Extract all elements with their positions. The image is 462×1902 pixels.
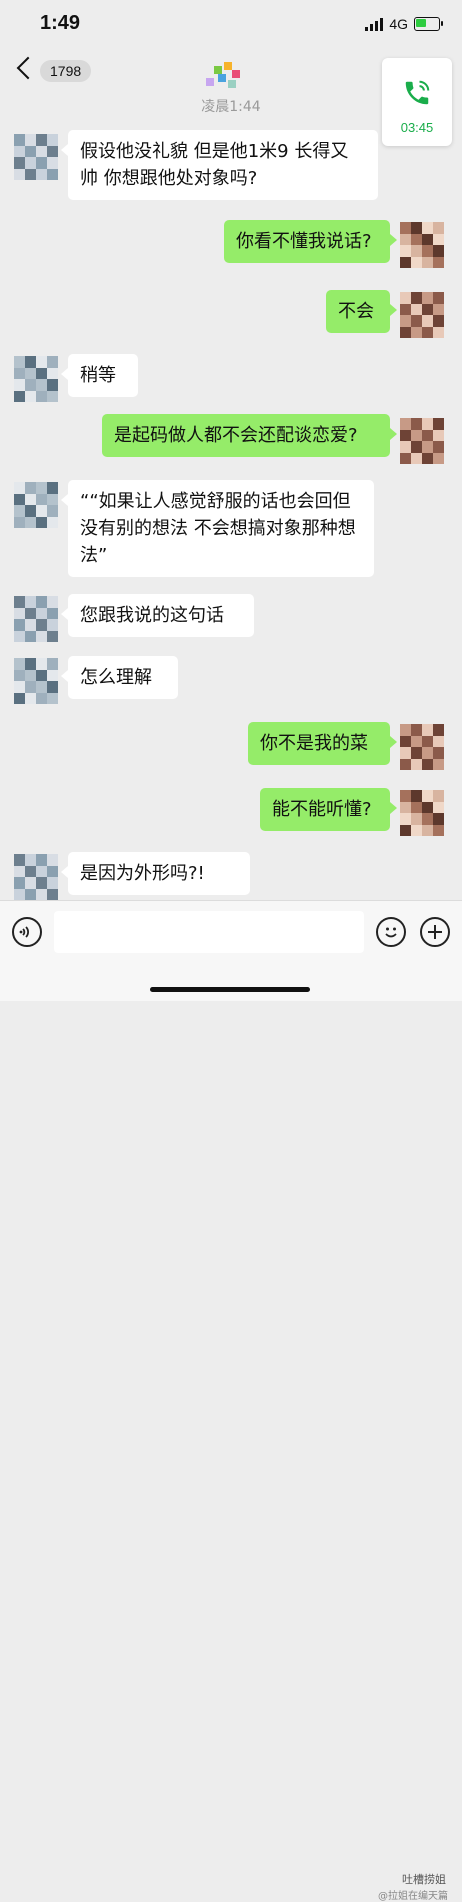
status-bar: 1:49 4G — [0, 0, 462, 48]
network-label: 4G — [389, 16, 408, 32]
message-input[interactable] — [54, 911, 364, 953]
contact-avatar[interactable] — [14, 356, 58, 402]
incoming-message[interactable]: 假设他没礼貌 但是他1米9 长得又帅 你想跟他处对象吗? — [61, 130, 378, 200]
back-chevron-icon[interactable] — [16, 56, 40, 80]
incoming-message[interactable]: 是因为外形吗?! — [61, 852, 250, 895]
plus-icon[interactable] — [420, 917, 450, 947]
contact-avatar[interactable] — [14, 596, 58, 642]
unread-count-badge[interactable]: 1798 — [40, 60, 92, 82]
my-avatar[interactable] — [400, 222, 444, 268]
home-indicator — [150, 987, 310, 992]
incoming-message[interactable]: ““如果让人感觉舒服的话也会回但没有别的想法 不会想搞对象那种想法” — [61, 480, 374, 577]
incoming-message[interactable]: 稍等 — [61, 354, 138, 397]
status-time: 1:49 — [40, 12, 81, 34]
outgoing-message[interactable]: 是起码做人都不会还配谈恋爱? — [102, 414, 397, 457]
emoji-icon[interactable] — [376, 917, 406, 947]
signal-icon — [365, 17, 384, 31]
incoming-message[interactable]: 您跟我说的这句话 — [61, 594, 254, 637]
input-bar: 吐槽捞姐 @拉姐在编天篇 — [0, 900, 462, 1902]
my-avatar[interactable] — [400, 292, 444, 338]
voice-icon[interactable] — [12, 917, 42, 947]
contact-avatar[interactable] — [14, 134, 58, 180]
outgoing-message[interactable]: 不会 — [326, 290, 397, 333]
contact-name-mosaic — [206, 62, 246, 90]
call-duration: 03:45 — [400, 120, 434, 135]
contact-avatar[interactable] — [14, 482, 58, 528]
outgoing-message[interactable]: 能不能听懂? — [260, 788, 397, 831]
contact-avatar[interactable] — [14, 854, 58, 900]
battery-icon — [414, 17, 443, 31]
my-avatar[interactable] — [400, 790, 444, 836]
message-timestamp: 凌晨1:44 — [201, 99, 261, 115]
status-right: 4G — [365, 16, 443, 32]
my-avatar[interactable] — [400, 418, 444, 464]
incoming-message[interactable]: 怎么理解 — [61, 656, 178, 699]
outgoing-message[interactable]: 你看不懂我说话? — [224, 220, 397, 263]
contact-avatar[interactable] — [14, 658, 58, 704]
watermark-handle: @拉姐在编天篇 — [378, 1891, 448, 1902]
my-avatar[interactable] — [400, 724, 444, 770]
outgoing-message[interactable]: 你不是我的菜 — [248, 722, 397, 765]
watermark-title: 吐槽捞姐 — [402, 1873, 446, 1886]
